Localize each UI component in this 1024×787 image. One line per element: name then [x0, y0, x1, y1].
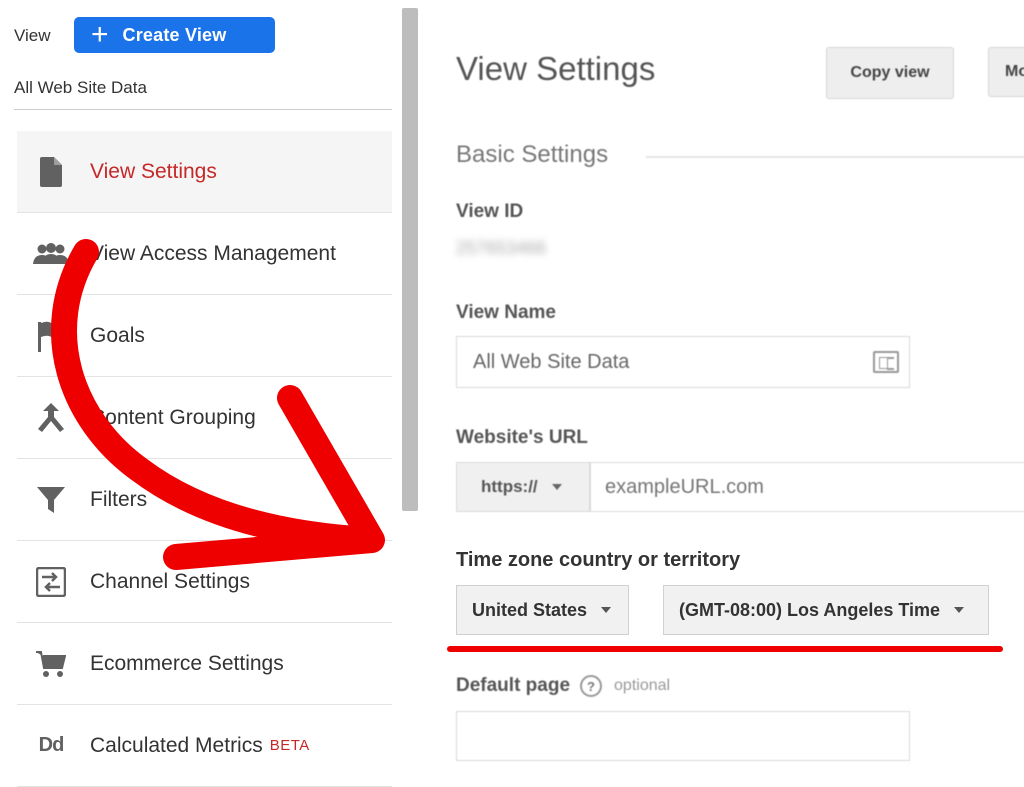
caret-down-icon — [954, 607, 965, 613]
caret-down-icon — [601, 607, 612, 613]
divider — [14, 109, 392, 110]
filter-icon — [31, 459, 71, 540]
cart-icon — [31, 623, 71, 704]
flag-icon — [31, 295, 71, 376]
sidebar-item-label: Channel Settings — [90, 569, 250, 593]
scrollbar[interactable] — [402, 8, 418, 511]
copy-view-button[interactable]: Copy view — [826, 47, 954, 99]
dd-icon-text: Dd — [38, 734, 65, 756]
sidebar-item-goals[interactable]: Goals — [17, 295, 392, 377]
sidebar-item-label: Calculated Metrics BETA — [90, 705, 310, 786]
sidebar-item-view-access-management[interactable]: View Access Management — [17, 213, 392, 295]
default-page-input[interactable] — [457, 712, 913, 762]
people-icon — [31, 213, 71, 294]
protocol-dropdown[interactable]: https:// — [456, 462, 590, 512]
website-url-label: Website's URL — [456, 427, 588, 448]
sidebar-item-view-settings[interactable]: View Settings — [17, 131, 392, 213]
sidebar-item-label: Ecommerce Settings — [90, 651, 284, 675]
document-icon — [31, 131, 71, 212]
view-id-value: 257653466 — [456, 238, 547, 258]
protocol-value: https:// — [481, 477, 538, 496]
timezone-dropdown[interactable]: (GMT-08:00) Los Angeles Time — [663, 585, 989, 635]
channel-icon — [31, 541, 71, 622]
default-page-field — [456, 711, 913, 762]
caret-down-icon — [551, 484, 562, 490]
view-name-input[interactable] — [457, 337, 909, 387]
view-menu: View Settings View Access Management Goa… — [17, 131, 392, 787]
timezone-value: (GMT-08:00) Los Angeles Time — [679, 599, 941, 620]
dd-icon: Dd — [31, 705, 71, 786]
move-button[interactable]: Move — [988, 47, 1024, 97]
sidebar-item-label-text: Calculated Metrics — [90, 733, 263, 757]
create-view-label: Create View — [122, 24, 227, 45]
create-view-button[interactable]: + Create View — [74, 17, 275, 53]
sidebar-item-label: View Settings — [90, 159, 217, 183]
view-name-field — [456, 336, 910, 388]
section-divider — [646, 156, 1024, 158]
sidebar-item-ecommerce-settings[interactable]: Ecommerce Settings — [17, 623, 392, 705]
country-dropdown[interactable]: United States — [456, 585, 629, 635]
contact-card-icon — [873, 351, 899, 373]
sidebar-item-content-grouping[interactable]: Content Grouping — [17, 377, 392, 459]
sidebar-item-label: Content Grouping — [90, 405, 256, 429]
default-page-label: Default page ? optional — [456, 675, 670, 697]
sidebar-item-label: View Access Management — [90, 241, 336, 265]
sidebar-item-label: Filters — [90, 487, 148, 511]
view-label: View — [14, 26, 51, 45]
section-title: Basic Settings — [456, 141, 609, 168]
plus-icon: + — [91, 18, 109, 51]
website-url-field — [590, 462, 1024, 512]
timezone-label: Time zone country or territory — [456, 549, 741, 571]
view-name-label: View Name — [456, 302, 556, 323]
sidebar-item-filters[interactable]: Filters — [17, 459, 392, 541]
page-title: View Settings — [456, 50, 656, 87]
sidebar-item-channel-settings[interactable]: Channel Settings — [17, 541, 392, 623]
merge-icon — [31, 377, 71, 458]
website-url-input[interactable] — [591, 463, 1024, 511]
sidebar-item-calculated-metrics[interactable]: Dd Calculated Metrics BETA — [17, 705, 392, 787]
help-icon[interactable]: ? — [580, 675, 603, 697]
view-id-label: View ID — [456, 201, 524, 222]
sidebar-item-label: Goals — [90, 323, 145, 347]
annotation-underline — [447, 646, 1003, 652]
optional-label: optional — [614, 677, 671, 694]
country-value: United States — [472, 599, 588, 620]
beta-badge: BETA — [269, 737, 310, 754]
current-view-name: All Web Site Data — [14, 78, 147, 97]
default-page-label-text: Default page — [456, 675, 571, 696]
